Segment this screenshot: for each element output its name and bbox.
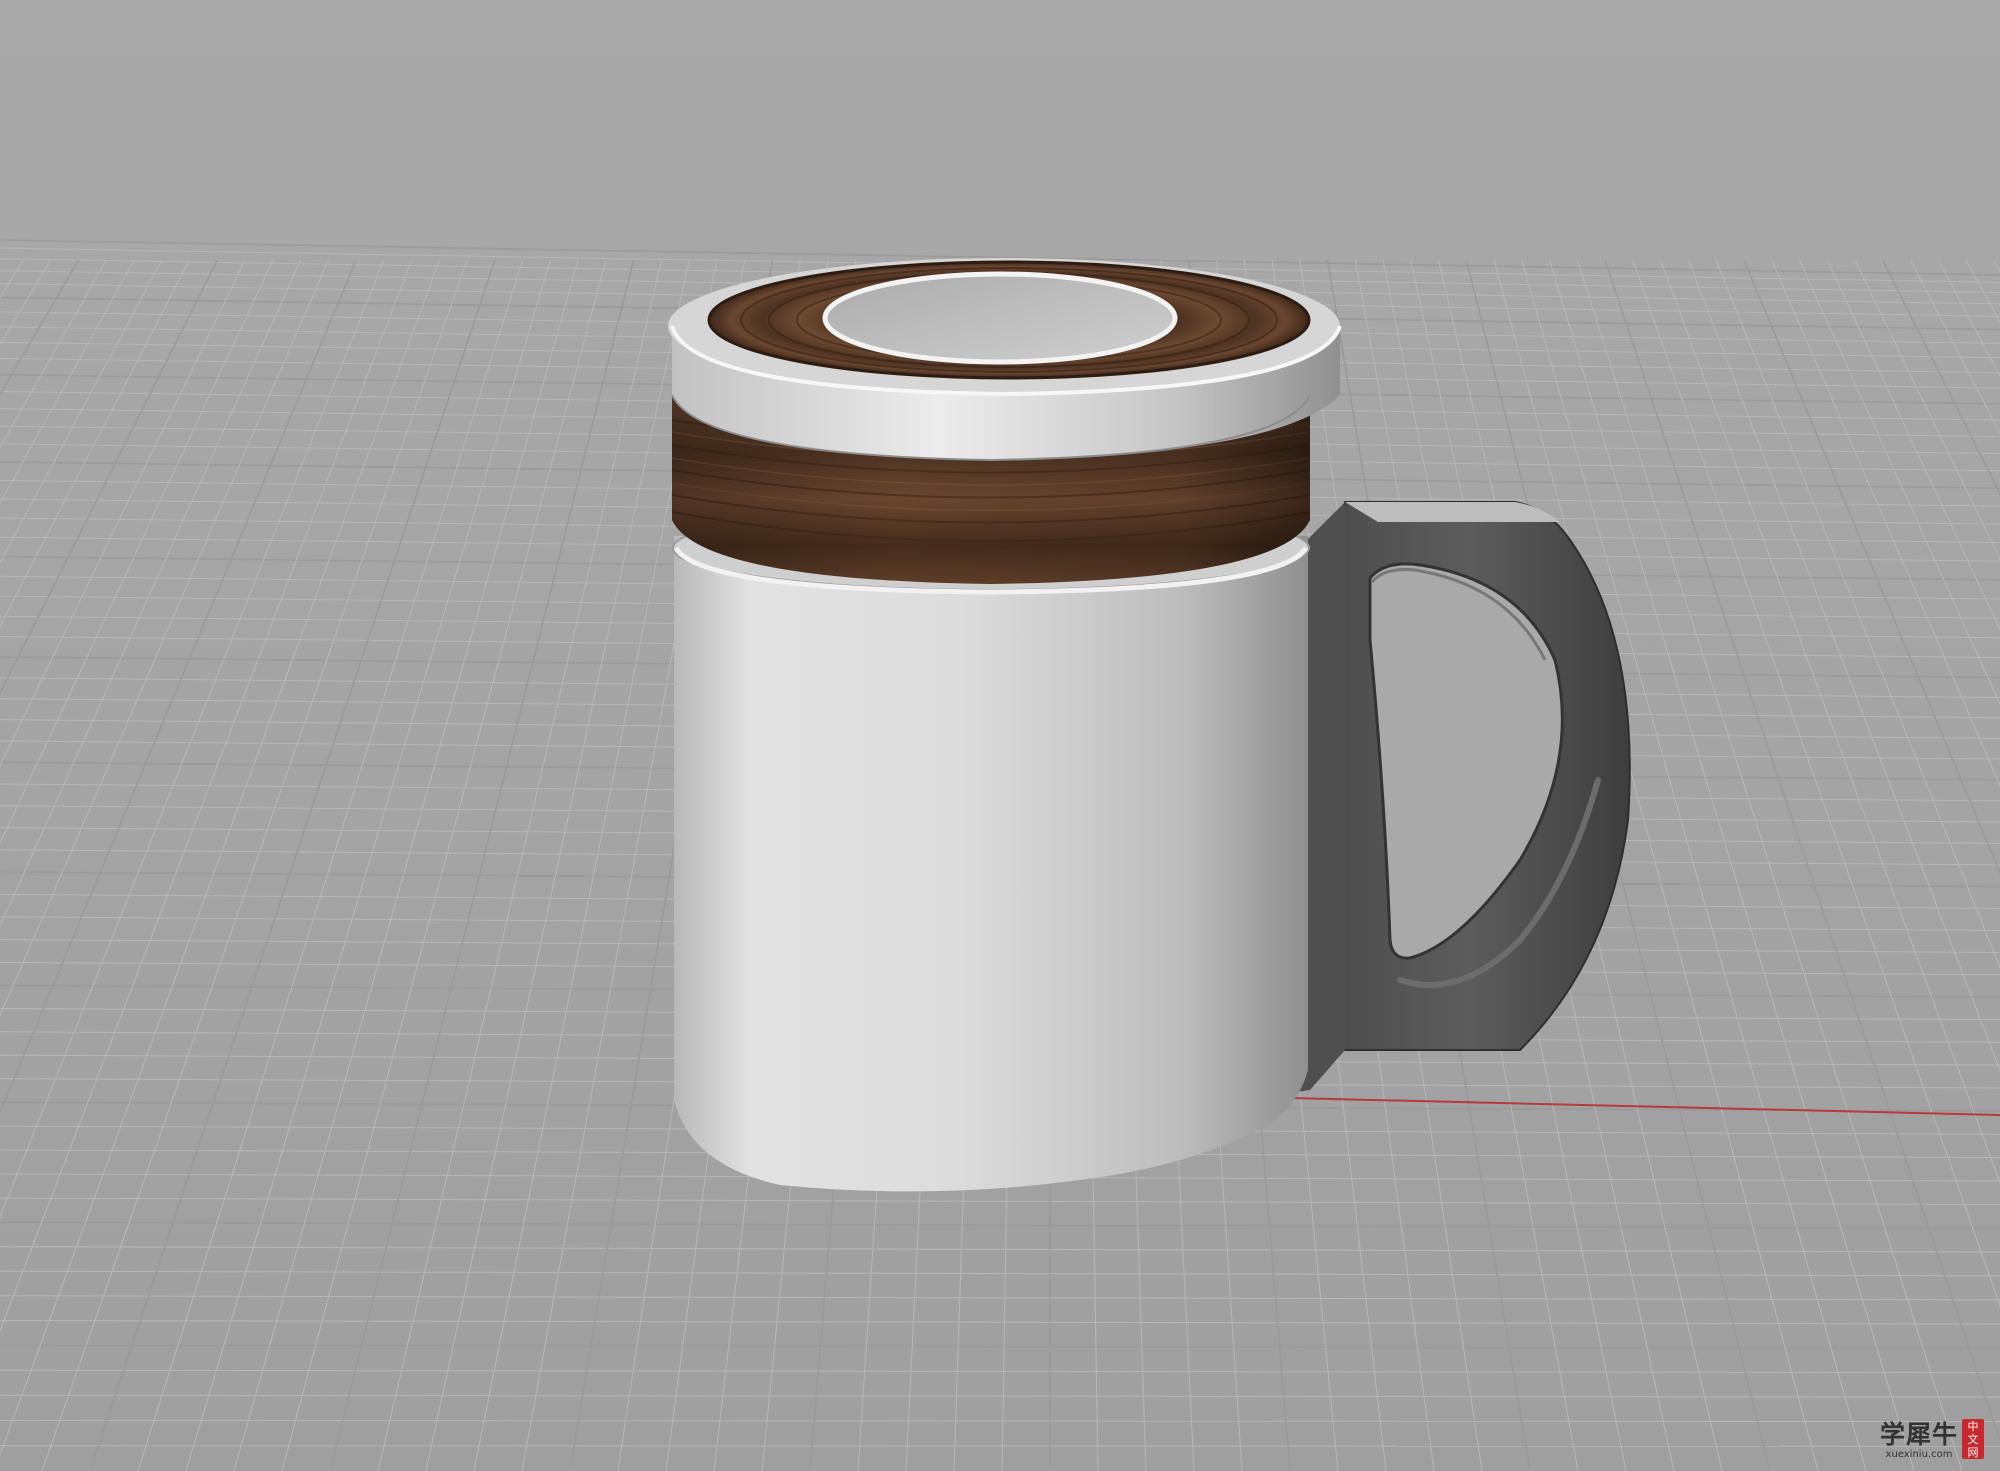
watermark-site: xuexiniu.com xyxy=(1885,1449,1953,1460)
grid-line-horizontal xyxy=(0,1445,2000,1447)
watermark-name: 学犀牛 xyxy=(1879,1420,1958,1449)
seal-char-3: 网 xyxy=(1967,1445,1979,1459)
mug-body[interactable] xyxy=(672,505,1310,1192)
seal-char-1: 中 xyxy=(1967,1419,1979,1433)
seal-char-2: 文 xyxy=(1967,1432,1979,1446)
viewport-scene[interactable] xyxy=(0,0,2000,1471)
watermark-seal: 中 文 网 xyxy=(1962,1419,1984,1459)
watermark-logo: 学犀牛 xuexiniu.com 中 文 网 xyxy=(1880,1419,1984,1461)
lid-center-cap[interactable] xyxy=(822,271,1178,365)
rhino-viewport[interactable]: 学犀牛 xuexiniu.com 中 文 网 xyxy=(0,0,2000,1471)
